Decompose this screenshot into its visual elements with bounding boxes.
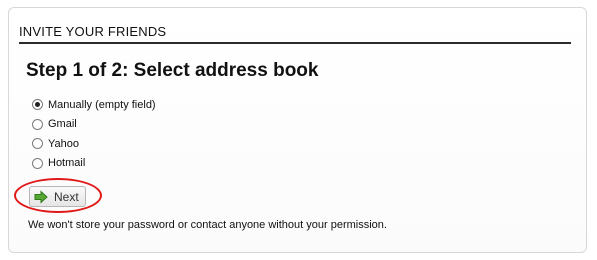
step-title: Step 1 of 2: Select address book xyxy=(26,60,319,81)
option-yahoo-label: Yahoo xyxy=(48,137,79,150)
privacy-note: We won't store your password or contact … xyxy=(28,219,387,231)
option-manual[interactable]: Manually (empty field) xyxy=(32,95,156,115)
option-gmail[interactable]: Gmail xyxy=(32,115,156,135)
next-button-label: Next xyxy=(54,189,79,204)
option-hotmail[interactable]: Hotmail xyxy=(32,154,156,174)
option-yahoo[interactable]: Yahoo xyxy=(32,134,156,154)
option-gmail-label: Gmail xyxy=(48,118,77,131)
right-arrow-icon xyxy=(34,189,48,204)
radio-yahoo[interactable] xyxy=(32,138,43,150)
address-book-options: Manually (empty field) Gmail Yahoo Hotma… xyxy=(32,95,156,173)
section-header: INVITE YOUR FRIENDS xyxy=(19,24,571,44)
radio-manual[interactable] xyxy=(32,99,43,111)
next-button[interactable]: Next xyxy=(29,186,86,207)
radio-gmail[interactable] xyxy=(32,118,43,130)
option-manual-label: Manually (empty field) xyxy=(48,98,156,111)
radio-hotmail[interactable] xyxy=(32,157,43,169)
option-hotmail-label: Hotmail xyxy=(48,157,86,170)
